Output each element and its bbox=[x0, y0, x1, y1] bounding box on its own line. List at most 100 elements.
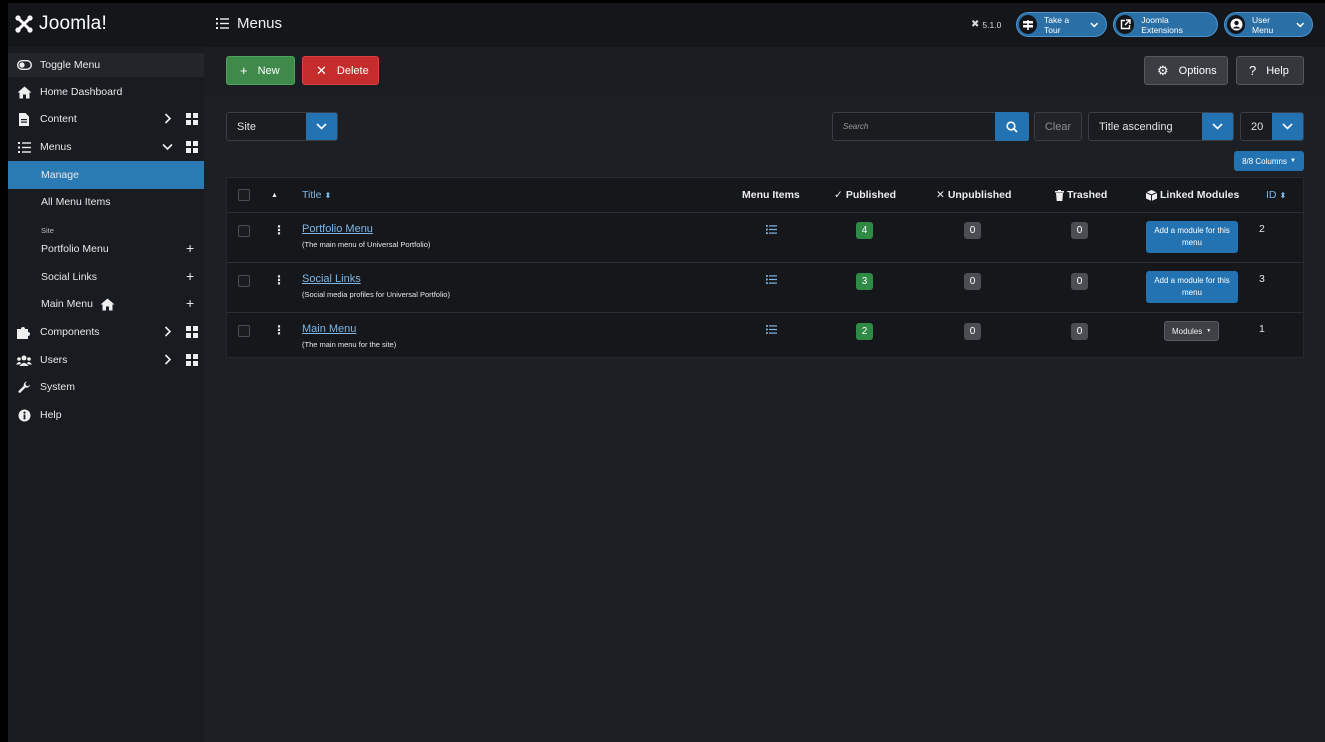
info-circle-icon bbox=[8, 409, 40, 422]
unpublished-count-badge[interactable]: 0 bbox=[964, 273, 981, 290]
sidebar-item-label: Users bbox=[40, 354, 68, 366]
table-row: ⋮ Portfolio Menu (The main menu of Unive… bbox=[227, 212, 1303, 263]
columns-dropdown-button[interactable]: 8/8 Columns ▼ bbox=[1234, 151, 1304, 171]
dashboard-grid-icon[interactable] bbox=[186, 326, 198, 338]
sidebar-item-label: Help bbox=[40, 409, 62, 421]
kebab-menu-icon[interactable]: ⋮ bbox=[273, 274, 285, 286]
version-indicator: ✖ 5.1.0 bbox=[971, 19, 1001, 30]
kebab-menu-icon[interactable]: ⋮ bbox=[273, 324, 285, 336]
chevron-down-icon bbox=[162, 143, 173, 151]
sidebar-item-all-menu-items[interactable]: All Menu Items bbox=[8, 189, 204, 215]
sidebar-item-users[interactable]: Users bbox=[8, 347, 204, 373]
published-count-badge[interactable]: 3 bbox=[856, 273, 873, 290]
delete-button[interactable]: ✕ Delete bbox=[302, 56, 379, 85]
plus-icon: + bbox=[240, 63, 248, 78]
joomla-logo[interactable]: Joomla! bbox=[14, 13, 107, 35]
joomla-small-icon: ✖ bbox=[971, 19, 980, 30]
plus-icon[interactable]: + bbox=[186, 296, 194, 310]
sidebar-item-label: All Menu Items bbox=[41, 196, 111, 208]
search-icon bbox=[1006, 120, 1018, 133]
external-link-icon bbox=[1116, 15, 1135, 34]
help-label: Help bbox=[1266, 64, 1289, 77]
add-module-button[interactable]: Add a module for this menu bbox=[1146, 271, 1238, 303]
trashed-count-badge[interactable]: 0 bbox=[1071, 323, 1088, 340]
user-menu-button[interactable]: User Menu bbox=[1224, 12, 1313, 37]
limit-select[interactable]: 20 bbox=[1240, 112, 1304, 141]
dashboard-grid-icon[interactable] bbox=[186, 113, 198, 125]
joomla-extensions-button[interactable]: Joomla Extensions bbox=[1113, 12, 1218, 37]
sidebar-item-label: System bbox=[40, 381, 76, 393]
row-title-link[interactable]: Main Menu bbox=[302, 323, 356, 335]
search-button[interactable] bbox=[995, 112, 1029, 141]
top-header: Joomla! Menus ✖ 5.1.0 Take a Tour Joomla bbox=[8, 3, 1325, 47]
sort-icon: ⬍ bbox=[1279, 190, 1287, 200]
sidebar-item-label: Main Menu bbox=[41, 298, 93, 310]
menu-items-list-icon[interactable] bbox=[766, 275, 777, 284]
toggle-menu-button[interactable]: Toggle Menu bbox=[8, 53, 204, 77]
kebab-menu-icon[interactable]: ⋮ bbox=[273, 224, 285, 236]
row-id: 2 bbox=[1259, 223, 1265, 235]
modules-dropdown-button[interactable]: Modules ▼ bbox=[1164, 321, 1220, 341]
sidebar-item-main-menu[interactable]: Main Menu + bbox=[8, 291, 204, 317]
client-select[interactable]: Site bbox=[226, 112, 338, 141]
caret-down-icon: ▼ bbox=[1206, 328, 1212, 334]
delete-label: Delete bbox=[336, 64, 369, 77]
sidebar-item-label: Portfolio Menu bbox=[41, 243, 109, 255]
take-tour-button[interactable]: Take a Tour bbox=[1016, 12, 1107, 37]
unpublished-count-badge[interactable]: 0 bbox=[964, 222, 981, 239]
row-title-link[interactable]: Social Links bbox=[302, 273, 361, 285]
options-button[interactable]: ⚙ Options bbox=[1144, 56, 1228, 85]
user-circle-icon bbox=[1227, 15, 1246, 34]
trashed-count-badge[interactable]: 0 bbox=[1071, 273, 1088, 290]
row-title-link[interactable]: Portfolio Menu bbox=[302, 223, 373, 235]
sidebar-item-menus[interactable]: Menus bbox=[8, 134, 204, 160]
puzzle-icon bbox=[8, 326, 40, 339]
sidebar-item-components[interactable]: Components bbox=[8, 319, 204, 345]
new-button[interactable]: + New bbox=[226, 56, 295, 85]
ordering-select[interactable]: Title ascending bbox=[1088, 112, 1234, 141]
chevron-down-icon bbox=[1202, 113, 1233, 140]
columns-label: 8/8 Columns bbox=[1242, 156, 1287, 166]
column-header-id-label: ID bbox=[1266, 189, 1277, 201]
list-icon bbox=[8, 141, 40, 153]
extensions-label: Joomla Extensions bbox=[1141, 14, 1183, 35]
sidebar-item-system[interactable]: System bbox=[8, 374, 204, 400]
sidebar-item-home-dashboard[interactable]: Home Dashboard bbox=[8, 79, 204, 105]
sidebar-item-portfolio-menu[interactable]: Portfolio Menu + bbox=[8, 236, 204, 262]
row-checkbox[interactable] bbox=[238, 225, 250, 237]
column-header-published-label: Published bbox=[845, 189, 896, 201]
unpublished-count-badge[interactable]: 0 bbox=[964, 323, 981, 340]
clear-button[interactable]: Clear bbox=[1034, 112, 1082, 141]
menu-items-list-icon[interactable] bbox=[766, 225, 777, 234]
sidebar-item-manage[interactable]: Manage bbox=[8, 161, 204, 189]
help-button[interactable]: ? Help bbox=[1236, 56, 1304, 85]
gear-icon: ⚙ bbox=[1157, 63, 1169, 78]
logo-text: Joomla! bbox=[39, 13, 107, 34]
chevron-down-icon bbox=[1296, 22, 1305, 27]
sidebar-item-content[interactable]: Content bbox=[8, 106, 204, 132]
menu-items-list-icon[interactable] bbox=[766, 325, 777, 334]
caret-up-icon: ▲ bbox=[271, 191, 278, 199]
sidebar-item-social-links[interactable]: Social Links + bbox=[8, 264, 204, 290]
sidebar: Toggle Menu Home Dashboard Content Menus bbox=[8, 47, 204, 742]
published-count-badge[interactable]: 4 bbox=[856, 222, 873, 239]
dashboard-grid-icon[interactable] bbox=[186, 141, 198, 153]
column-header-id[interactable]: ID ⬍ bbox=[1266, 178, 1286, 212]
plus-icon[interactable]: + bbox=[186, 269, 194, 283]
dashboard-grid-icon[interactable] bbox=[186, 354, 198, 366]
published-count-badge[interactable]: 2 bbox=[856, 323, 873, 340]
select-all-checkbox[interactable] bbox=[238, 189, 250, 201]
check-icon: ✓ bbox=[834, 189, 843, 201]
sidebar-item-help[interactable]: Help bbox=[8, 402, 204, 428]
trashed-count-badge[interactable]: 0 bbox=[1071, 222, 1088, 239]
row-checkbox[interactable] bbox=[238, 275, 250, 287]
signpost-icon bbox=[1019, 15, 1037, 34]
row-checkbox[interactable] bbox=[238, 325, 250, 337]
sort-icon: ⬍ bbox=[324, 190, 332, 200]
sidebar-item-label: Manage bbox=[41, 169, 79, 181]
plus-icon[interactable]: + bbox=[186, 241, 194, 255]
toggle-menu-label: Toggle Menu bbox=[40, 59, 101, 71]
sort-ordering-header[interactable]: ▲ bbox=[271, 178, 285, 212]
add-module-button[interactable]: Add a module for this menu bbox=[1146, 221, 1238, 253]
column-header-title[interactable]: Title ⬍ bbox=[302, 178, 331, 212]
